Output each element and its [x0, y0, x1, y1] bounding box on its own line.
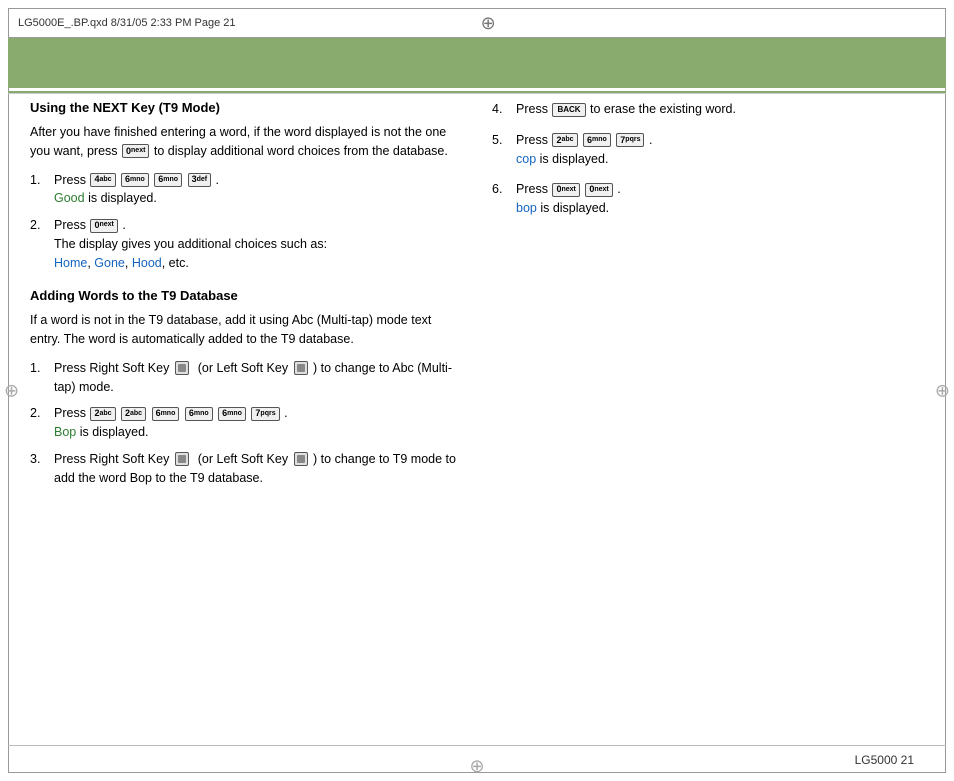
crosshair-right-mid: ⊕: [935, 380, 950, 401]
right-list-num-4: 4.: [492, 100, 512, 119]
add-list-content-3: Press Right Soft Key (or Left Soft Key )…: [54, 450, 462, 488]
key-6mno-1: 6mno: [121, 173, 149, 187]
right-list-content-5: Press 2abc 6mno 7pqrs . cop is displayed…: [516, 131, 924, 169]
key-6mno-5: 6mno: [218, 407, 246, 421]
word-bop-lower: bop: [516, 201, 537, 215]
key-2abc-r1: 2abc: [552, 133, 577, 147]
key-6mno-3: 6mno: [152, 407, 180, 421]
right-list-num-5: 5.: [492, 131, 512, 150]
left-column: Using the NEXT Key (T9 Mode) After you h…: [30, 100, 462, 741]
list-num-2: 2.: [30, 216, 50, 235]
crosshair-left-mid: ⊕: [4, 380, 19, 401]
key-4abc: 4abc: [90, 173, 115, 187]
header-bar: LG5000E_.BP.qxd 8/31/05 2:33 PM Page 21 …: [8, 8, 946, 38]
content-area: Using the NEXT Key (T9 Mode) After you h…: [30, 100, 924, 741]
key-7pqrs-r1: 7pqrs: [616, 133, 644, 147]
gray-line: [8, 93, 946, 94]
right-list-item-4: 4. Press BACK to erase the existing word…: [492, 100, 924, 119]
crosshair-header: ⊕: [481, 14, 496, 32]
green-banner: [8, 38, 946, 88]
right-list-content-6: Press 0next 0next . bop is displayed.: [516, 180, 924, 218]
add-list-num-1: 1.: [30, 359, 50, 378]
key-7pqrs-1: 7pqrs: [251, 407, 279, 421]
word-hood: Hood: [132, 256, 162, 270]
left-soft-key-icon-2: [294, 452, 308, 466]
right-list-num-6: 6.: [492, 180, 512, 199]
right-list-item-6: 6. Press 0next 0next . bop is displayed.: [492, 180, 924, 218]
add-list-item-3: 3. Press Right Soft Key (or Left Soft Ke…: [30, 450, 462, 488]
footer: LG5000 21: [855, 753, 914, 767]
add-list-content-2: Press 2abc 2abc 6mno 6mno 6mno 7pqrs . B…: [54, 404, 462, 442]
add-list-num-3: 3.: [30, 450, 50, 469]
key-2abc-2: 2abc: [121, 407, 146, 421]
section-adding-words-intro: If a word is not in the T9 database, add…: [30, 311, 462, 349]
key-6mno-2: 6mno: [154, 173, 182, 187]
key-0next-r1: 0next: [552, 183, 579, 197]
footer-text: LG5000 21: [855, 753, 914, 767]
right-list-item-5: 5. Press 2abc 6mno 7pqrs . cop is displa…: [492, 131, 924, 169]
list-content-1: Press 4abc 6mno 6mno 3def . Good is disp…: [54, 171, 462, 209]
left-soft-key-icon-1: [294, 361, 308, 375]
right-soft-key-icon-2: [175, 452, 189, 466]
add-list-num-2: 2.: [30, 404, 50, 423]
key-6mno-r1: 6mno: [583, 133, 611, 147]
crosshair-bottom-center: ⊕: [469, 756, 484, 777]
word-gone: Gone: [94, 256, 125, 270]
key-0next-2: 0next: [90, 219, 117, 233]
add-list-item-1: 1. Press Right Soft Key (or Left Soft Ke…: [30, 359, 462, 397]
section-adding-words: Adding Words to the T9 Database If a wor…: [30, 288, 462, 487]
add-list-item-2: 2. Press 2abc 2abc 6mno 6mno 6mno 7pqrs …: [30, 404, 462, 442]
section-adding-words-title: Adding Words to the T9 Database: [30, 288, 462, 303]
word-bop-upper: Bop: [54, 425, 76, 439]
file-info: LG5000E_.BP.qxd 8/31/05 2:33 PM Page 21: [18, 17, 236, 29]
word-good: Good: [54, 191, 85, 205]
list-item-1: 1. Press 4abc 6mno 6mno 3def . Good is d…: [30, 171, 462, 209]
bottom-gray-line: [8, 745, 946, 746]
key-2abc-1: 2abc: [90, 407, 115, 421]
section-next-key-list: 1. Press 4abc 6mno 6mno 3def . Good is d…: [30, 171, 462, 273]
right-list-content-4: Press BACK to erase the existing word.: [516, 100, 924, 119]
right-soft-key-icon-1: [175, 361, 189, 375]
list-num-1: 1.: [30, 171, 50, 190]
list-content-2: Press 0next . The display gives you addi…: [54, 216, 462, 272]
list-item-2: 2. Press 0next . The display gives you a…: [30, 216, 462, 272]
key-0next-r2: 0next: [585, 183, 612, 197]
key-back: BACK: [552, 103, 585, 117]
add-list-content-1: Press Right Soft Key (or Left Soft Key )…: [54, 359, 462, 397]
right-column: 4. Press BACK to erase the existing word…: [492, 100, 924, 741]
key-6mno-4: 6mno: [185, 407, 213, 421]
key-3def: 3def: [188, 173, 212, 187]
key-0next-intro: 0next: [122, 144, 149, 158]
section-next-key: Using the NEXT Key (T9 Mode) After you h…: [30, 100, 462, 272]
word-cop: cop: [516, 152, 536, 166]
section-next-key-intro: After you have finished entering a word,…: [30, 123, 462, 161]
right-column-list: 4. Press BACK to erase the existing word…: [492, 100, 924, 218]
word-home: Home: [54, 256, 87, 270]
section-next-key-title: Using the NEXT Key (T9 Mode): [30, 100, 462, 115]
section-adding-words-list: 1. Press Right Soft Key (or Left Soft Ke…: [30, 359, 462, 488]
